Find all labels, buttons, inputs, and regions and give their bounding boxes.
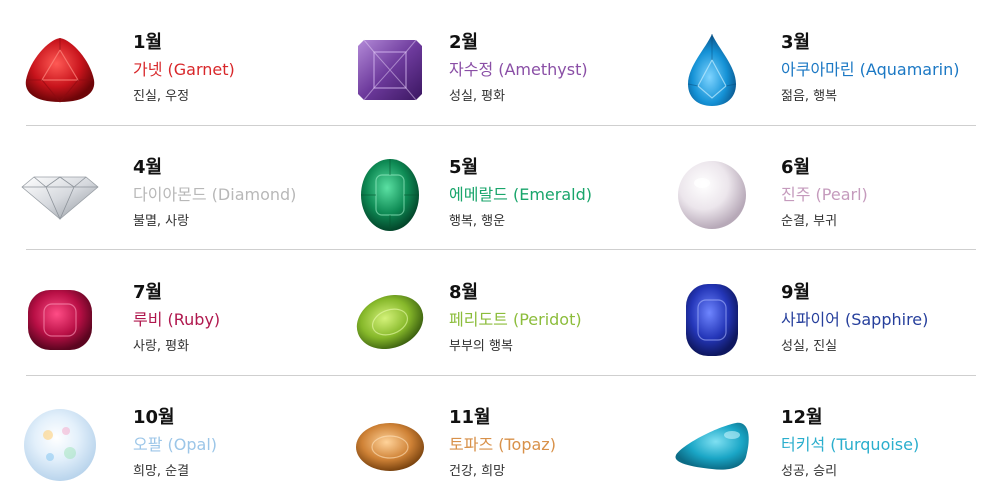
- month-label: 4월: [133, 157, 163, 178]
- gem-name: 터키석 (Turquoise): [781, 435, 920, 454]
- gem-name: 에메랄드 (Emerald): [449, 185, 592, 204]
- birthstone-card-august: 8월 페리도트 (Peridot) 부부의 행복: [330, 250, 660, 375]
- month-label: 5월: [449, 157, 479, 178]
- gem-meaning: 건강, 희망: [449, 464, 506, 479]
- gem-meaning: 성실, 평화: [449, 89, 506, 104]
- birthstone-card-may: 5월 에메랄드 (Emerald) 행복, 행운: [330, 125, 660, 250]
- gem-meaning: 성실, 진실: [781, 339, 838, 354]
- birthstone-text: 10월 오팔 (Opal) 희망, 순결: [133, 407, 217, 481]
- month-label: 2월: [449, 32, 479, 53]
- birthstone-text: 8월 페리도트 (Peridot) 부부의 행복: [449, 282, 582, 356]
- gem-meaning: 순결, 부귀: [781, 214, 838, 229]
- birthstone-text: 3월 아쿠아마린 (Aquamarin) 젊음, 행복: [781, 32, 960, 106]
- gem-name: 토파즈 (Topaz): [449, 435, 556, 454]
- ruby-gem-icon: [20, 280, 100, 360]
- birthstone-row: 10월 오팔 (Opal) 희망, 순결 11월 토파즈 (Topaz) 건강,…: [0, 375, 1000, 500]
- opal-gem-icon: [20, 405, 100, 485]
- gem-meaning: 젊음, 행복: [781, 89, 838, 104]
- gem-meaning: 사랑, 평화: [133, 339, 190, 354]
- month-label: 10월: [133, 407, 175, 428]
- gem-name: 페리도트 (Peridot): [449, 310, 582, 329]
- birthstone-text: 1월 가넷 (Garnet) 진실, 우정: [133, 32, 235, 106]
- gem-meaning: 성공, 승리: [781, 464, 838, 479]
- month-label: 11월: [449, 407, 491, 428]
- gem-name: 오팔 (Opal): [133, 435, 218, 454]
- month-label: 7월: [133, 282, 163, 303]
- gem-meaning: 불멸, 사랑: [133, 214, 190, 229]
- birthstone-card-december: 12월 터키석 (Turquoise) 성공, 승리: [660, 375, 1000, 500]
- birthstone-text: 2월 자수정 (Amethyst) 성실, 평화: [449, 32, 588, 106]
- gem-name: 사파이어 (Sapphire): [781, 310, 929, 329]
- month-label: 1월: [133, 32, 163, 53]
- birthstone-text: 5월 에메랄드 (Emerald) 행복, 행운: [449, 157, 592, 231]
- month-label: 9월: [781, 282, 811, 303]
- turquoise-gem-icon: [672, 405, 752, 485]
- aquamarine-gem-icon: [672, 30, 752, 110]
- sapphire-gem-icon: [672, 280, 752, 360]
- diamond-gem-icon: [20, 155, 100, 235]
- gem-meaning: 행복, 행운: [449, 214, 506, 229]
- birthstone-card-october: 10월 오팔 (Opal) 희망, 순결: [0, 375, 330, 500]
- amethyst-gem-icon: [350, 30, 430, 110]
- birthstone-card-february: 2월 자수정 (Amethyst) 성실, 평화: [330, 0, 660, 125]
- month-label: 12월: [781, 407, 823, 428]
- birthstone-text: 12월 터키석 (Turquoise) 성공, 승리: [781, 407, 919, 481]
- month-label: 6월: [781, 157, 811, 178]
- gem-name: 진주 (Pearl): [781, 185, 868, 204]
- gem-name: 가넷 (Garnet): [133, 60, 235, 79]
- gem-name: 다이아몬드 (Diamond): [133, 185, 297, 204]
- birthstone-card-november: 11월 토파즈 (Topaz) 건강, 희망: [330, 375, 660, 500]
- birthstone-grid: 1월 가넷 (Garnet) 진실, 우정 2월 자수정 (Amethyst) …: [0, 0, 1000, 500]
- birthstone-card-september: 9월 사파이어 (Sapphire) 성실, 진실: [660, 250, 1000, 375]
- birthstone-text: 7월 루비 (Ruby) 사랑, 평화: [133, 282, 220, 356]
- month-label: 8월: [449, 282, 479, 303]
- month-label: 3월: [781, 32, 811, 53]
- birthstone-row: 7월 루비 (Ruby) 사랑, 평화 8월 페리도트 (Peridot) 부부…: [0, 250, 1000, 376]
- gem-meaning: 희망, 순결: [133, 464, 190, 479]
- birthstone-card-january: 1월 가넷 (Garnet) 진실, 우정: [0, 0, 330, 125]
- birthstone-text: 6월 진주 (Pearl) 순결, 부귀: [781, 157, 868, 231]
- topaz-gem-icon: [350, 405, 430, 485]
- birthstone-text: 9월 사파이어 (Sapphire) 성실, 진실: [781, 282, 928, 356]
- peridot-gem-icon: [350, 280, 430, 360]
- emerald-gem-icon: [350, 155, 430, 235]
- birthstone-row: 1월 가넷 (Garnet) 진실, 우정 2월 자수정 (Amethyst) …: [0, 0, 1000, 126]
- birthstone-text: 11월 토파즈 (Topaz) 건강, 희망: [449, 407, 556, 481]
- pearl-gem-icon: [672, 155, 752, 235]
- garnet-gem-icon: [20, 30, 100, 110]
- gem-name: 자수정 (Amethyst): [449, 60, 588, 79]
- birthstone-row: 4월 다이아몬드 (Diamond) 불멸, 사랑 5월 에메랄드 (Emera…: [0, 125, 1000, 250]
- birthstone-card-july: 7월 루비 (Ruby) 사랑, 평화: [0, 250, 330, 375]
- gem-meaning: 진실, 우정: [133, 89, 190, 104]
- birthstone-card-march: 3월 아쿠아마린 (Aquamarin) 젊음, 행복: [660, 0, 1000, 125]
- gem-name: 아쿠아마린 (Aquamarin): [781, 60, 960, 79]
- birthstone-card-june: 6월 진주 (Pearl) 순결, 부귀: [660, 125, 1000, 250]
- birthstone-text: 4월 다이아몬드 (Diamond) 불멸, 사랑: [133, 157, 296, 231]
- gem-name: 루비 (Ruby): [133, 310, 221, 329]
- birthstone-card-april: 4월 다이아몬드 (Diamond) 불멸, 사랑: [0, 125, 330, 250]
- gem-meaning: 부부의 행복: [449, 339, 513, 354]
